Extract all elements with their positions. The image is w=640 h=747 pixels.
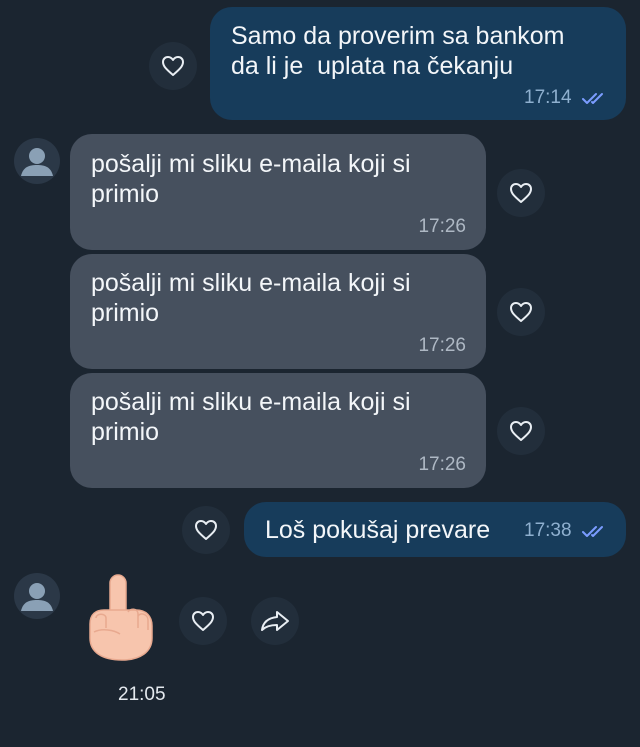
heart-outline-icon: [195, 520, 217, 540]
forward-arrow-icon: [261, 611, 289, 631]
message-time: 17:26: [418, 335, 466, 356]
reaction-button[interactable]: [497, 407, 545, 455]
message-bubble-incoming[interactable]: pošalji mi sliku e-maila koji si primio …: [70, 254, 486, 369]
reaction-button[interactable]: [149, 42, 197, 90]
message-time: 17:26: [418, 454, 466, 475]
avatar[interactable]: [14, 138, 60, 184]
message-bubble-outgoing[interactable]: Loš pokušaj prevare 17:38: [244, 502, 626, 557]
reaction-button[interactable]: [182, 506, 230, 554]
heart-outline-icon: [162, 56, 184, 76]
message-bubble-outgoing[interactable]: Samo da proverim sa bankom da li je upla…: [210, 7, 626, 120]
heart-outline-icon: [510, 421, 532, 441]
message-text: pošalji mi sliku e-maila koji si primio: [91, 269, 411, 327]
double-check-icon: [582, 525, 603, 537]
avatar[interactable]: [14, 573, 60, 619]
reaction-button[interactable]: [497, 288, 545, 336]
heart-outline-icon: [192, 611, 214, 631]
message-bubble-incoming[interactable]: pošalji mi sliku e-maila koji si primio …: [70, 134, 486, 250]
message-text: pošalji mi sliku e-maila koji si primio: [91, 150, 411, 208]
reaction-button[interactable]: [497, 169, 545, 217]
sticker-message[interactable]: [80, 572, 160, 664]
message-time: 17:14: [524, 87, 572, 108]
message-bubble-incoming[interactable]: pošalji mi sliku e-maila koji si primio …: [70, 373, 486, 488]
forward-button[interactable]: [251, 597, 299, 645]
message-time: 17:38: [524, 520, 572, 541]
default-user-avatar-icon: [21, 148, 53, 176]
message-text: Samo da proverim sa bankom da li je upla…: [231, 22, 565, 80]
sticker-time: 21:05: [118, 684, 166, 705]
heart-outline-icon: [510, 302, 532, 322]
reaction-button[interactable]: [179, 597, 227, 645]
message-text: pošalji mi sliku e-maila koji si primio: [91, 388, 411, 446]
double-check-icon: [582, 92, 603, 104]
heart-outline-icon: [510, 183, 532, 203]
default-user-avatar-icon: [21, 583, 53, 611]
middle-finger-hand-icon: [89, 574, 153, 661]
message-time: 17:26: [418, 216, 466, 237]
message-text: Loš pokušaj prevare: [265, 516, 491, 544]
